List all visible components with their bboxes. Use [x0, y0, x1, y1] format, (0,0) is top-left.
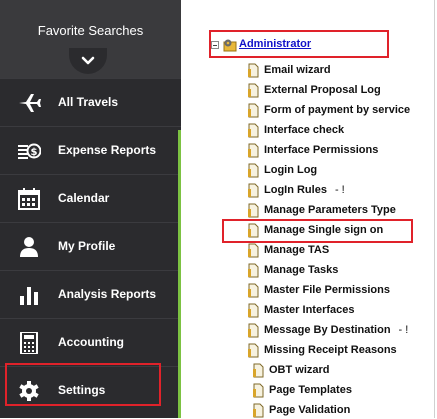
calendar-icon [18, 188, 40, 210]
tree-item-label[interactable]: Message By Destination - ! [264, 324, 408, 336]
document-icon [248, 343, 259, 358]
favorite-searches-header[interactable]: Favorite Searches [0, 0, 181, 78]
document-icon [248, 183, 259, 198]
tree-item-label[interactable]: Interface check [264, 124, 352, 136]
bar-chart-icon [20, 287, 38, 305]
tree-item-label[interactable]: External Proposal Log [264, 84, 389, 96]
money-icon: $ [18, 143, 41, 159]
document-icon [248, 203, 259, 218]
sidebar-item-expense-reports[interactable]: $ Expense Reports [0, 126, 181, 174]
sidebar-item-accounting[interactable]: Accounting [0, 318, 181, 366]
sidebar-item-label: All Travels [58, 95, 119, 109]
user-icon [20, 237, 38, 257]
tree-item-label[interactable]: Master Interfaces [264, 304, 363, 316]
sidebar-item-all-travels[interactable]: All Travels [0, 78, 181, 126]
document-icon [248, 323, 259, 338]
document-icon [248, 243, 259, 258]
sidebar-item-label: Analysis Reports [58, 287, 157, 301]
document-icon [248, 283, 259, 298]
tree-item-label[interactable]: Form of payment by service [264, 104, 418, 116]
window-edge [434, 0, 435, 418]
tree-item-label[interactable]: Manage TAS [264, 244, 337, 256]
sidebar: Favorite Searches All Travels $ Expense … [0, 0, 181, 418]
single-sign-on-highlight-box [222, 219, 413, 243]
sidebar-item-label: Calendar [58, 191, 110, 205]
document-icon [248, 123, 259, 138]
document-icon [248, 143, 259, 158]
tree-item-label[interactable]: Manage Parameters Type [264, 204, 404, 216]
sidebar-item-analysis-reports[interactable]: Analysis Reports [0, 270, 181, 318]
sidebar-item-calendar[interactable]: Calendar [0, 174, 181, 222]
document-icon [248, 263, 259, 278]
document-icon [248, 63, 259, 78]
tree-item-label[interactable]: Email wizard [264, 64, 339, 76]
sidebar-item-my-profile[interactable]: My Profile [0, 222, 181, 270]
document-icon [248, 303, 259, 318]
tree-item-label[interactable]: OBT wizard [269, 364, 338, 376]
document-icon [248, 103, 259, 118]
tree-item-label[interactable]: Login Log [264, 164, 325, 176]
document-icon [248, 83, 259, 98]
administrator-highlight-box [209, 30, 389, 58]
document-icon [253, 383, 264, 398]
tree-item-label[interactable]: Page Templates [269, 384, 360, 396]
tree-item-label[interactable]: LogIn Rules - ! [264, 184, 345, 196]
document-icon [248, 163, 259, 178]
tree-item-label[interactable]: Manage Tasks [264, 264, 346, 276]
airplane-icon [19, 94, 41, 112]
tree-item-label[interactable]: Master File Permissions [264, 284, 398, 296]
favorite-searches-title: Favorite Searches [37, 23, 144, 38]
document-icon [253, 363, 264, 378]
sidebar-item-label: My Profile [58, 239, 116, 253]
admin-tree: Administrator Email wizard External Propo… [181, 0, 437, 418]
chevron-down-icon [81, 56, 95, 65]
document-icon [253, 403, 264, 418]
svg-text:$: $ [31, 147, 38, 158]
tree-item-label[interactable]: Interface Permissions [264, 144, 386, 156]
calculator-icon [20, 332, 38, 354]
sidebar-item-label: Accounting [58, 335, 124, 349]
tree-item-label[interactable]: Page Validation [269, 404, 358, 416]
sidebar-item-label: Expense Reports [58, 143, 157, 157]
collapse-toggle[interactable] [69, 48, 107, 74]
tree-item-label[interactable]: Missing Receipt Reasons [264, 344, 405, 356]
settings-highlight-box [5, 363, 161, 406]
